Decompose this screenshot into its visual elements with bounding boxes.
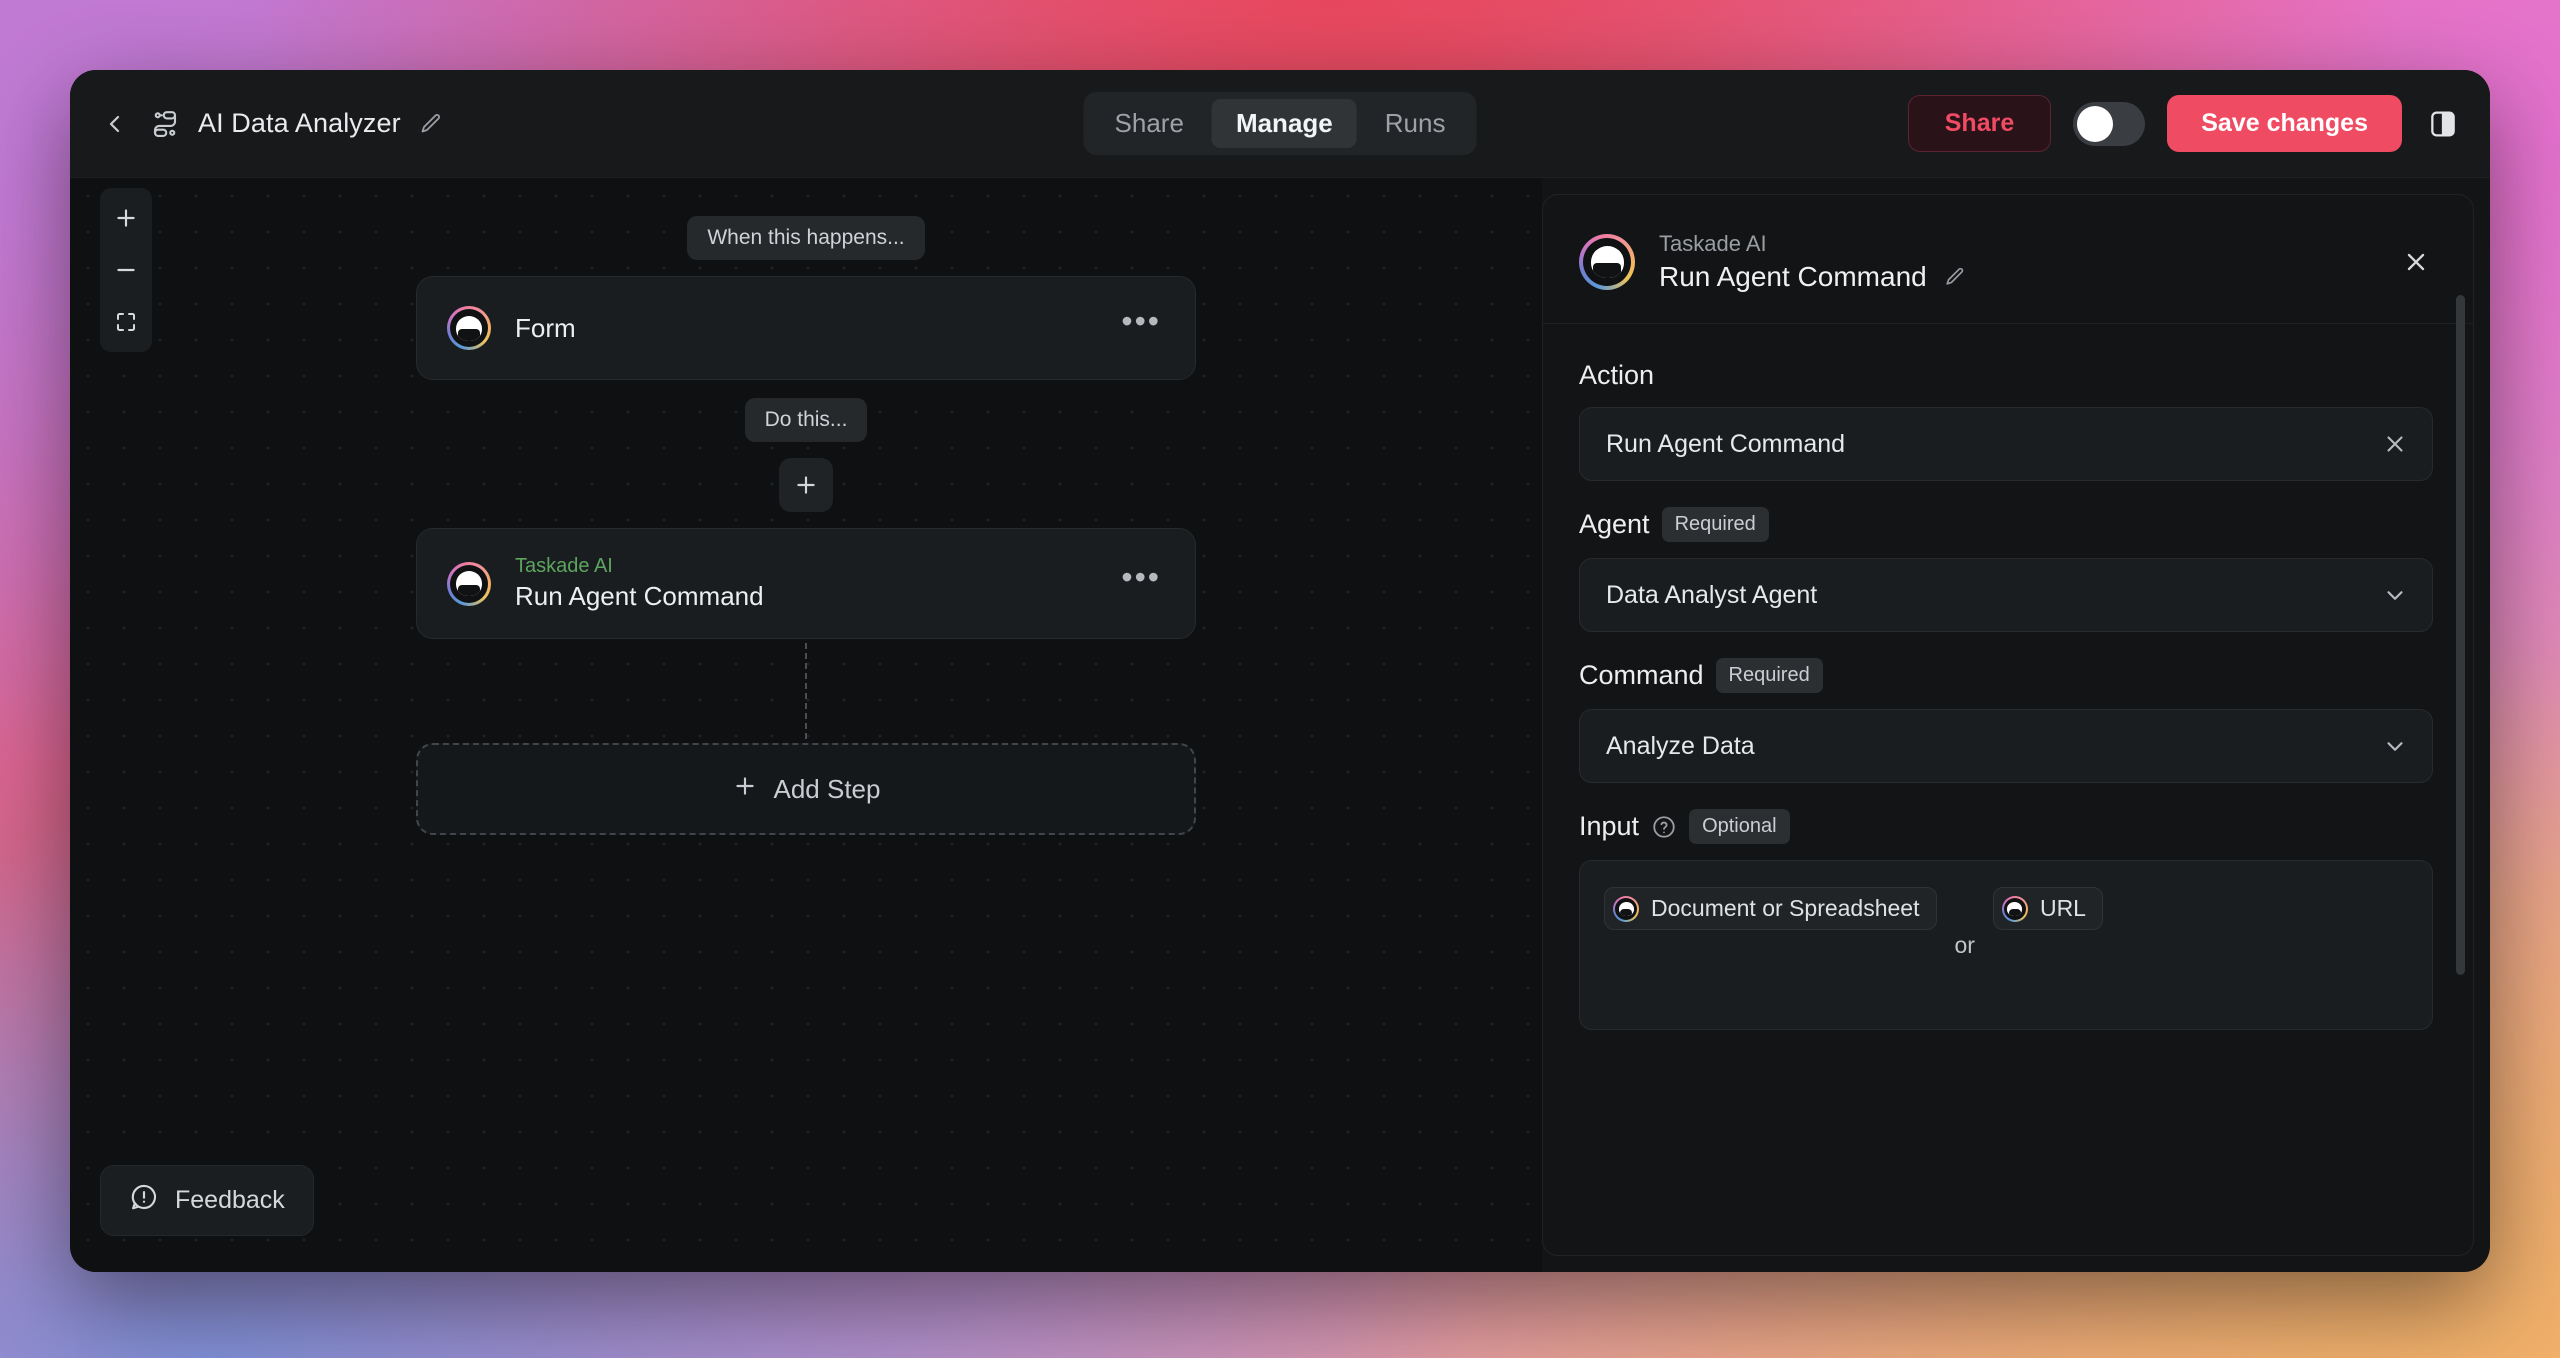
taskade-mascot-icon [447, 561, 491, 606]
taskade-mascot-icon [447, 306, 491, 350]
field-command: Command Required Analyze Data [1579, 658, 2433, 783]
close-icon[interactable] [2395, 241, 2437, 283]
plus-icon [732, 773, 758, 806]
panel-subtitle: Taskade AI [1659, 231, 1767, 256]
topbar-left-group: AI Data Analyzer [98, 107, 445, 141]
action-section-label: Do this... [744, 398, 868, 442]
chevron-down-icon [2382, 733, 2408, 759]
page-title: AI Data Analyzer [198, 108, 401, 138]
action-label: Action [1579, 360, 1655, 390]
feedback-button[interactable]: Feedback [100, 1165, 314, 1236]
minus-icon[interactable] [100, 244, 152, 296]
app-window: AI Data Analyzer Share Manage Runs Share… [70, 70, 2490, 1272]
action-node-text: Taskade AI Run Agent Command [515, 555, 1093, 612]
panel-title-row: Run Agent Command [1659, 261, 2371, 293]
input-separator: or [1954, 931, 1975, 958]
trigger-node-title: Form [515, 312, 576, 343]
flow-graph: When this happens... Form ••• Do this... [416, 216, 1196, 835]
panel-scrollbar[interactable] [2456, 295, 2465, 975]
agent-label-row: Agent Required [1579, 507, 2433, 542]
tab-manage[interactable]: Manage [1211, 99, 1357, 148]
taskade-mascot-icon [1579, 234, 1635, 290]
step-detail-panel: Taskade AI Run Agent Command Action Run … [1542, 194, 2474, 1256]
input-field[interactable]: Document or Spreadsheet or URL [1579, 860, 2433, 1030]
command-required-badge: Required [1715, 658, 1823, 693]
sidebar-panel-icon[interactable] [2424, 105, 2462, 143]
command-label-row: Command Required [1579, 658, 2433, 693]
top-bar: AI Data Analyzer Share Manage Runs Share… [70, 70, 2490, 178]
trigger-node-form[interactable]: Form ••• [416, 276, 1196, 380]
action-node-subtitle: Taskade AI [515, 555, 613, 577]
flow-connector [805, 643, 807, 739]
publish-toggle[interactable] [2073, 101, 2146, 146]
panel-body: Action Run Agent Command Agent Required [1543, 324, 2473, 1255]
view-tabs: Share Manage Runs [1083, 92, 1477, 155]
panel-header: Taskade AI Run Agent Command [1543, 195, 2473, 324]
panel-title: Run Agent Command [1659, 261, 1927, 292]
app-body: When this happens... Form ••• Do this... [70, 178, 2490, 1272]
action-node-title: Run Agent Command [515, 581, 764, 611]
toggle-knob [2077, 105, 2114, 142]
topbar-right-group: Share Save changes [1907, 95, 2462, 152]
command-value: Analyze Data [1606, 731, 1755, 760]
input-optional-badge: Optional [1689, 809, 1790, 844]
command-select[interactable]: Analyze Data [1579, 709, 2433, 783]
token-url-label: URL [2039, 895, 2086, 921]
panel-header-text: Taskade AI Run Agent Command [1659, 231, 2371, 293]
workflow-canvas[interactable]: When this happens... Form ••• Do this... [70, 178, 1542, 1272]
more-horizontal-icon[interactable]: ••• [1117, 305, 1165, 341]
fit-screen-icon[interactable] [100, 296, 152, 348]
pencil-icon[interactable] [1941, 263, 1969, 291]
tab-share[interactable]: Share [1091, 99, 1208, 148]
trigger-section-label: When this happens... [687, 216, 925, 260]
share-button[interactable]: Share [1907, 95, 2052, 152]
action-node-run-agent-command[interactable]: Taskade AI Run Agent Command ••• [416, 528, 1196, 639]
chevron-down-icon [2382, 582, 2408, 608]
field-input: Input Optional Document or Spreadsheet o… [1579, 809, 2433, 1030]
save-changes-button[interactable]: Save changes [2167, 95, 2402, 152]
add-step-button[interactable]: Add Step [416, 743, 1196, 835]
input-label: Input [1579, 811, 1640, 841]
agent-required-badge: Required [1661, 507, 1769, 542]
zoom-controls [100, 188, 152, 352]
close-icon[interactable] [2382, 431, 2408, 457]
agent-label: Agent [1579, 509, 1650, 539]
field-action: Action Run Agent Command [1579, 360, 2433, 481]
action-label-row: Action [1579, 360, 2433, 391]
feedback-bubble-icon [129, 1182, 159, 1219]
more-horizontal-icon[interactable]: ••• [1117, 561, 1165, 597]
feedback-label: Feedback [175, 1186, 285, 1214]
tab-runs[interactable]: Runs [1361, 99, 1470, 148]
agent-value: Data Analyst Agent [1606, 580, 1818, 609]
plus-icon[interactable] [100, 192, 152, 244]
command-label: Command [1579, 660, 1704, 690]
insert-step-button[interactable] [779, 458, 833, 512]
field-agent: Agent Required Data Analyst Agent [1579, 507, 2433, 632]
agent-select[interactable]: Data Analyst Agent [1579, 558, 2433, 632]
trigger-node-text: Form [515, 313, 1093, 344]
input-label-row: Input Optional [1579, 809, 2433, 844]
action-value: Run Agent Command [1606, 429, 1846, 458]
question-circle-icon[interactable] [1651, 814, 1677, 840]
token-url[interactable]: URL [1992, 887, 2103, 930]
add-step-label: Add Step [773, 773, 881, 804]
taskade-mascot-icon [1613, 895, 1639, 922]
token-document-label: Document or Spreadsheet [1651, 895, 1920, 921]
back-icon[interactable] [98, 107, 132, 141]
pencil-icon[interactable] [417, 110, 445, 138]
action-select[interactable]: Run Agent Command [1579, 407, 2433, 481]
taskade-mascot-icon [2001, 895, 2028, 922]
token-document-or-spreadsheet[interactable]: Document or Spreadsheet [1604, 887, 1937, 930]
workflow-icon [148, 107, 182, 141]
